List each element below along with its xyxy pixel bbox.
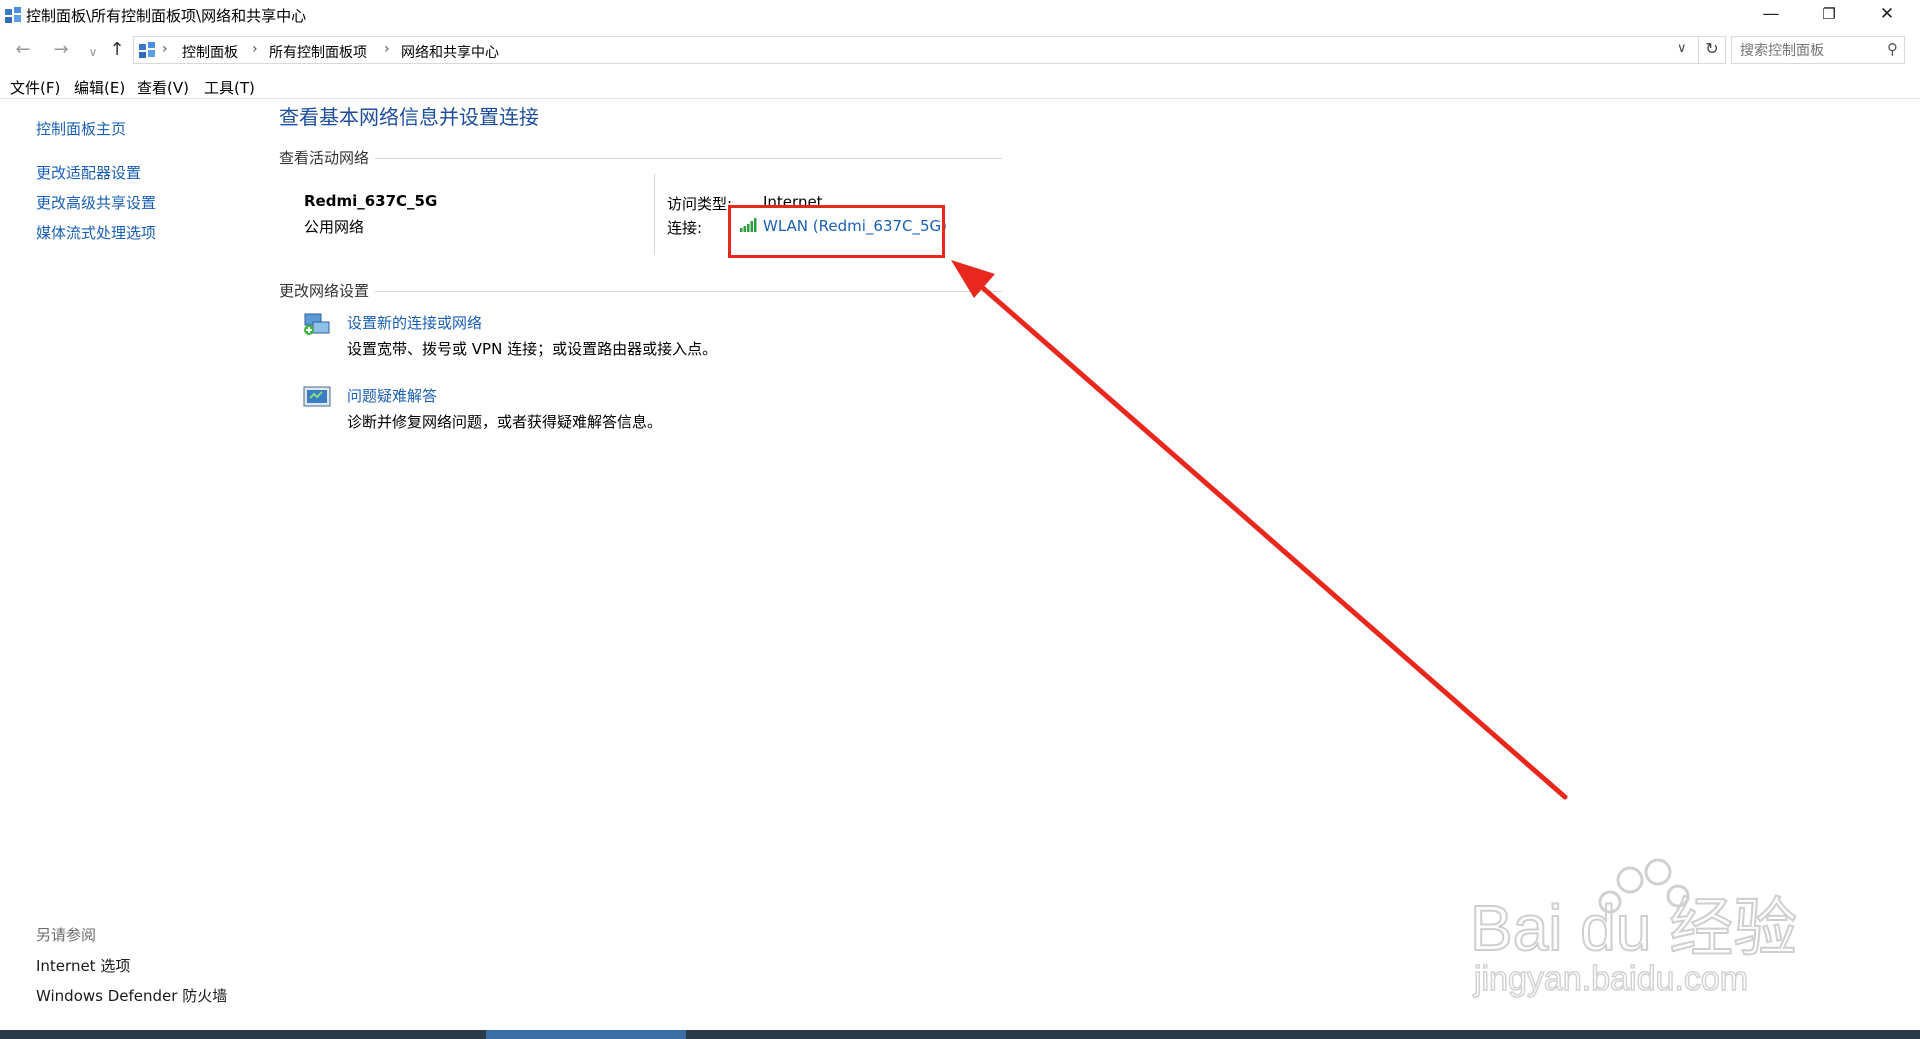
sidebar-media-streaming-link[interactable]: 媒体流式处理选项: [36, 222, 156, 243]
connection-label: 连接:: [667, 219, 703, 237]
network-setup-icon: [304, 313, 330, 335]
close-button[interactable]: ✕: [1858, 0, 1916, 30]
up-arrow-icon[interactable]: ↑: [106, 40, 128, 62]
internet-options-link[interactable]: Internet 选项: [36, 955, 130, 976]
search-icon[interactable]: ⚲: [1887, 40, 1898, 58]
network-name: Redmi_637C_5G: [304, 192, 438, 210]
taskbar-active-app[interactable]: [486, 1030, 686, 1039]
address-bar[interactable]: › 控制面板 › 所有控制面板项 › 网络和共享中心 ∨: [133, 36, 1699, 64]
menu-file[interactable]: 文件(F): [10, 77, 60, 98]
breadcrumb-separator-icon[interactable]: ›: [162, 41, 168, 57]
see-also-heading: 另请参阅: [36, 926, 97, 944]
watermark-logo-text: Bai du 经验: [1470, 892, 1797, 964]
title-bar: 控制面板\所有控制面板项\网络和共享中心 — ❐ ✕: [0, 0, 1920, 30]
breadcrumb-network-center[interactable]: 网络和共享中心: [401, 42, 499, 62]
setup-new-connection-desc: 设置宽带、拨号或 VPN 连接；或设置路由器或接入点。: [347, 340, 718, 358]
menu-view[interactable]: 查看(V): [137, 77, 189, 98]
sidebar-adapter-settings-link[interactable]: 更改适配器设置: [36, 162, 141, 183]
menu-divider: [0, 98, 1920, 99]
forward-arrow-icon[interactable]: →: [50, 40, 72, 62]
sidebar-advanced-sharing-link[interactable]: 更改高级共享设置: [36, 192, 156, 213]
vertical-divider: [654, 174, 655, 255]
active-networks-heading: 查看活动网络: [279, 149, 370, 167]
highlight-box: [728, 205, 945, 258]
troubleshoot-link[interactable]: 问题疑难解答: [347, 385, 437, 406]
control-panel-icon: [139, 42, 155, 58]
troubleshoot-desc: 诊断并修复网络问题，或者获得疑难解答信息。: [347, 413, 663, 431]
breadcrumb-separator-icon[interactable]: ›: [252, 41, 258, 57]
control-panel-icon: [5, 7, 21, 23]
address-dropdown-chevron-icon[interactable]: ∨: [1677, 41, 1687, 56]
maximize-button[interactable]: ❐: [1800, 0, 1858, 30]
recent-locations-chevron-icon[interactable]: ∨: [82, 42, 104, 64]
minimize-button[interactable]: —: [1742, 0, 1800, 30]
section-divider: [375, 158, 1002, 159]
menu-tools[interactable]: 工具(T): [204, 77, 255, 98]
breadcrumb-separator-icon[interactable]: ›: [384, 41, 390, 57]
defender-firewall-link[interactable]: Windows Defender 防火墙: [36, 985, 227, 1006]
change-network-heading: 更改网络设置: [279, 282, 370, 300]
access-type-label: 访问类型:: [667, 195, 733, 213]
sidebar-home-link[interactable]: 控制面板主页: [36, 118, 126, 139]
page-title: 查看基本网络信息并设置连接: [279, 105, 539, 129]
back-arrow-icon[interactable]: ←: [12, 40, 34, 62]
search-input[interactable]: [1738, 40, 1882, 62]
section-divider: [375, 291, 1002, 292]
breadcrumb-control-panel[interactable]: 控制面板: [182, 42, 238, 62]
refresh-button[interactable]: ↻: [1698, 36, 1726, 64]
network-type: 公用网络: [304, 218, 365, 236]
setup-new-connection-link[interactable]: 设置新的连接或网络: [347, 312, 482, 333]
watermark-url-text: jingyan.baidu.com: [1473, 960, 1748, 998]
baidu-watermark-logo: Bai du 经验 jingyan.baidu.com: [1470, 858, 1798, 999]
search-box[interactable]: ⚲: [1731, 36, 1905, 64]
menu-edit[interactable]: 编辑(E): [74, 77, 125, 98]
window-title: 控制面板\所有控制面板项\网络和共享中心: [26, 7, 307, 25]
taskbar: [0, 1030, 1920, 1039]
troubleshoot-icon: [303, 386, 331, 407]
breadcrumb-all-items[interactable]: 所有控制面板项: [269, 42, 367, 62]
